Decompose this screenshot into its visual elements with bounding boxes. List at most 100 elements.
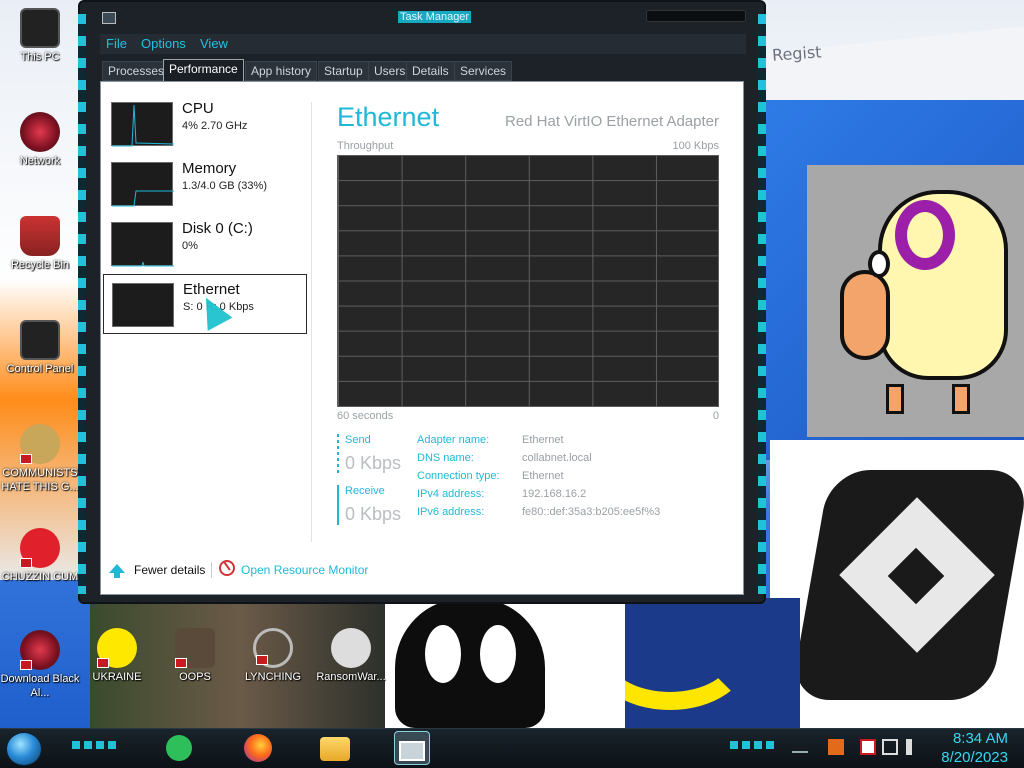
network-icon [20, 112, 60, 152]
tab-details[interactable]: Details [406, 61, 455, 81]
shortcut-arrow-icon [175, 658, 187, 668]
graph-min-label: 0 [712, 410, 719, 422]
penguin-image [395, 598, 545, 728]
desktop-icon-label: CHUZZIN CUM [1, 571, 79, 583]
desktop-icon-label: COMMUNISTS HATE THIS G... [1, 467, 79, 493]
taskbar-decoration [730, 741, 776, 749]
window-controls[interactable] [646, 10, 746, 22]
performance-panel: CPU 4% 2.70 GHz Memory 1.3/4.0 GB (33%) … [100, 81, 744, 595]
action-center-flag-icon[interactable] [860, 739, 876, 755]
resource-name: Memory [182, 160, 237, 177]
clock-date[interactable]: 8/20/2023 [941, 749, 1008, 766]
desktop-icon-label: Network [19, 155, 61, 167]
desktop-icon-shortcut[interactable]: Download Black Al... [0, 630, 80, 700]
disk-mini-graph-line [112, 261, 174, 267]
desktop-icon-shortcut[interactable]: CHUZZIN CUM [0, 528, 80, 584]
desktop-icon-network[interactable]: Network [0, 112, 80, 168]
shortcut-arrow-icon [20, 558, 32, 568]
resource-monitor-icon [219, 560, 235, 576]
window-frame-glow [758, 14, 766, 594]
taskbar-notes-app-icon[interactable] [166, 735, 192, 761]
desktop-icon-shortcut[interactable]: RansomWar... [311, 628, 391, 684]
desktop-icon-shortcut[interactable]: UKRAINE [77, 628, 157, 684]
fewer-details-button[interactable]: Fewer details [134, 563, 205, 577]
detail-value: Ethernet [522, 434, 564, 446]
network-tray-icon[interactable] [882, 739, 898, 755]
title-bar[interactable]: Task Manager [92, 8, 752, 30]
sheep-horn [895, 200, 955, 270]
task-manager-window: Task Manager File Options View Processes… [78, 0, 766, 604]
red-orb-icon [20, 630, 60, 670]
graph-max-label: 100 Kbps [672, 140, 719, 152]
detail-key: IPv4 address: [417, 488, 485, 500]
resource-memory[interactable]: Memory 1.3/4.0 GB (33%) [103, 154, 307, 214]
detail-value: 192.168.16.2 [522, 488, 587, 500]
menu-bar: File Options View [100, 34, 746, 54]
start-button[interactable] [6, 732, 42, 766]
tab-processes[interactable]: Processes [102, 61, 171, 81]
menu-file[interactable]: File [106, 36, 127, 51]
desktop-icon-label: Download Black Al... [0, 673, 80, 699]
desktop-icon-label: RansomWar... [316, 671, 386, 683]
show-desktop-icon[interactable] [792, 743, 808, 753]
taskbar-firefox-icon[interactable] [244, 734, 272, 762]
java-update-icon[interactable] [828, 739, 844, 755]
tab-performance[interactable]: Performance [163, 59, 244, 81]
send-value: 0 Kbps [345, 453, 402, 473]
shortcut-arrow-icon [20, 660, 32, 670]
menu-options[interactable]: Options [141, 36, 186, 51]
desktop-icon-label: UKRAINE [92, 671, 142, 683]
penguin-eye [480, 625, 516, 683]
shortcut-arrow-icon [97, 658, 109, 668]
desktop-icon-shortcut[interactable]: OOPS [155, 628, 235, 684]
cpu-mini-graph-line [112, 104, 175, 147]
sheep-leg [952, 384, 970, 414]
detail-key: Adapter name: [417, 434, 490, 446]
divider [311, 102, 312, 542]
desktop-icon-recycle-bin[interactable]: Recycle Bin [0, 216, 80, 272]
open-resource-monitor-link[interactable]: Open Resource Monitor [241, 563, 368, 577]
memory-mini-graph-line [112, 190, 174, 207]
resource-disk[interactable]: Disk 0 (C:) 0% [103, 214, 307, 274]
menu-view[interactable]: View [200, 36, 228, 51]
clock-time[interactable]: 8:34 AM [953, 730, 1008, 747]
desktop-icon-shortcut[interactable]: LYNCHING [233, 628, 313, 684]
graph-label: Throughput [337, 140, 394, 152]
detail-value: Ethernet [522, 470, 564, 482]
desktop-icon-label: This PC [20, 51, 60, 63]
volume-icon[interactable] [906, 739, 922, 755]
tab-users[interactable]: Users [368, 61, 412, 81]
chevron-up-icon[interactable] [109, 564, 125, 578]
receive-indicator [337, 485, 339, 525]
tab-startup[interactable]: Startup [318, 61, 369, 81]
taskbar-task-manager-button[interactable] [394, 731, 430, 765]
ethernet-mini-graph [112, 283, 174, 327]
send-indicator [337, 434, 339, 474]
taskbar-file-explorer-icon[interactable] [320, 737, 350, 761]
adapter-name: Red Hat VirtIO Ethernet Adapter [504, 113, 719, 130]
desktop-icon-this-pc[interactable]: This PC [0, 8, 80, 64]
shortcut-arrow-icon [20, 454, 32, 464]
receive-value: 0 Kbps [345, 504, 402, 524]
detail-value: fe80::def:35a3:b205:ee5f%3 [522, 506, 661, 518]
detail-key: DNS name: [417, 452, 474, 464]
tab-app-history[interactable]: App history [245, 61, 318, 81]
rope-icon [253, 628, 293, 668]
panel-title: Ethernet [337, 102, 440, 132]
taskbar: 8:34 AM 8/20/2023 [0, 728, 1024, 768]
resource-cpu[interactable]: CPU 4% 2.70 GHz [103, 94, 307, 154]
desktop-icon-control-panel[interactable]: Control Panel [0, 320, 80, 376]
desktop-icon-shortcut[interactable]: COMMUNISTS HATE THIS G... [0, 424, 80, 494]
send-label: Send [345, 434, 371, 446]
sheep-eye [868, 250, 890, 278]
resource-detail: 4% 2.70 GHz [182, 120, 248, 132]
desktop-icon-label: Recycle Bin [10, 259, 70, 271]
window-frame-glow [78, 14, 86, 594]
graph-time-label: 60 seconds [337, 410, 394, 422]
tab-services[interactable]: Services [454, 61, 513, 81]
sheep-leg [886, 384, 904, 414]
recycle-bin-icon [20, 216, 60, 256]
receive-label: Receive [345, 485, 385, 497]
tab-strip: Processes Performance App history Startu… [100, 59, 746, 81]
penguin-eye [425, 625, 461, 683]
